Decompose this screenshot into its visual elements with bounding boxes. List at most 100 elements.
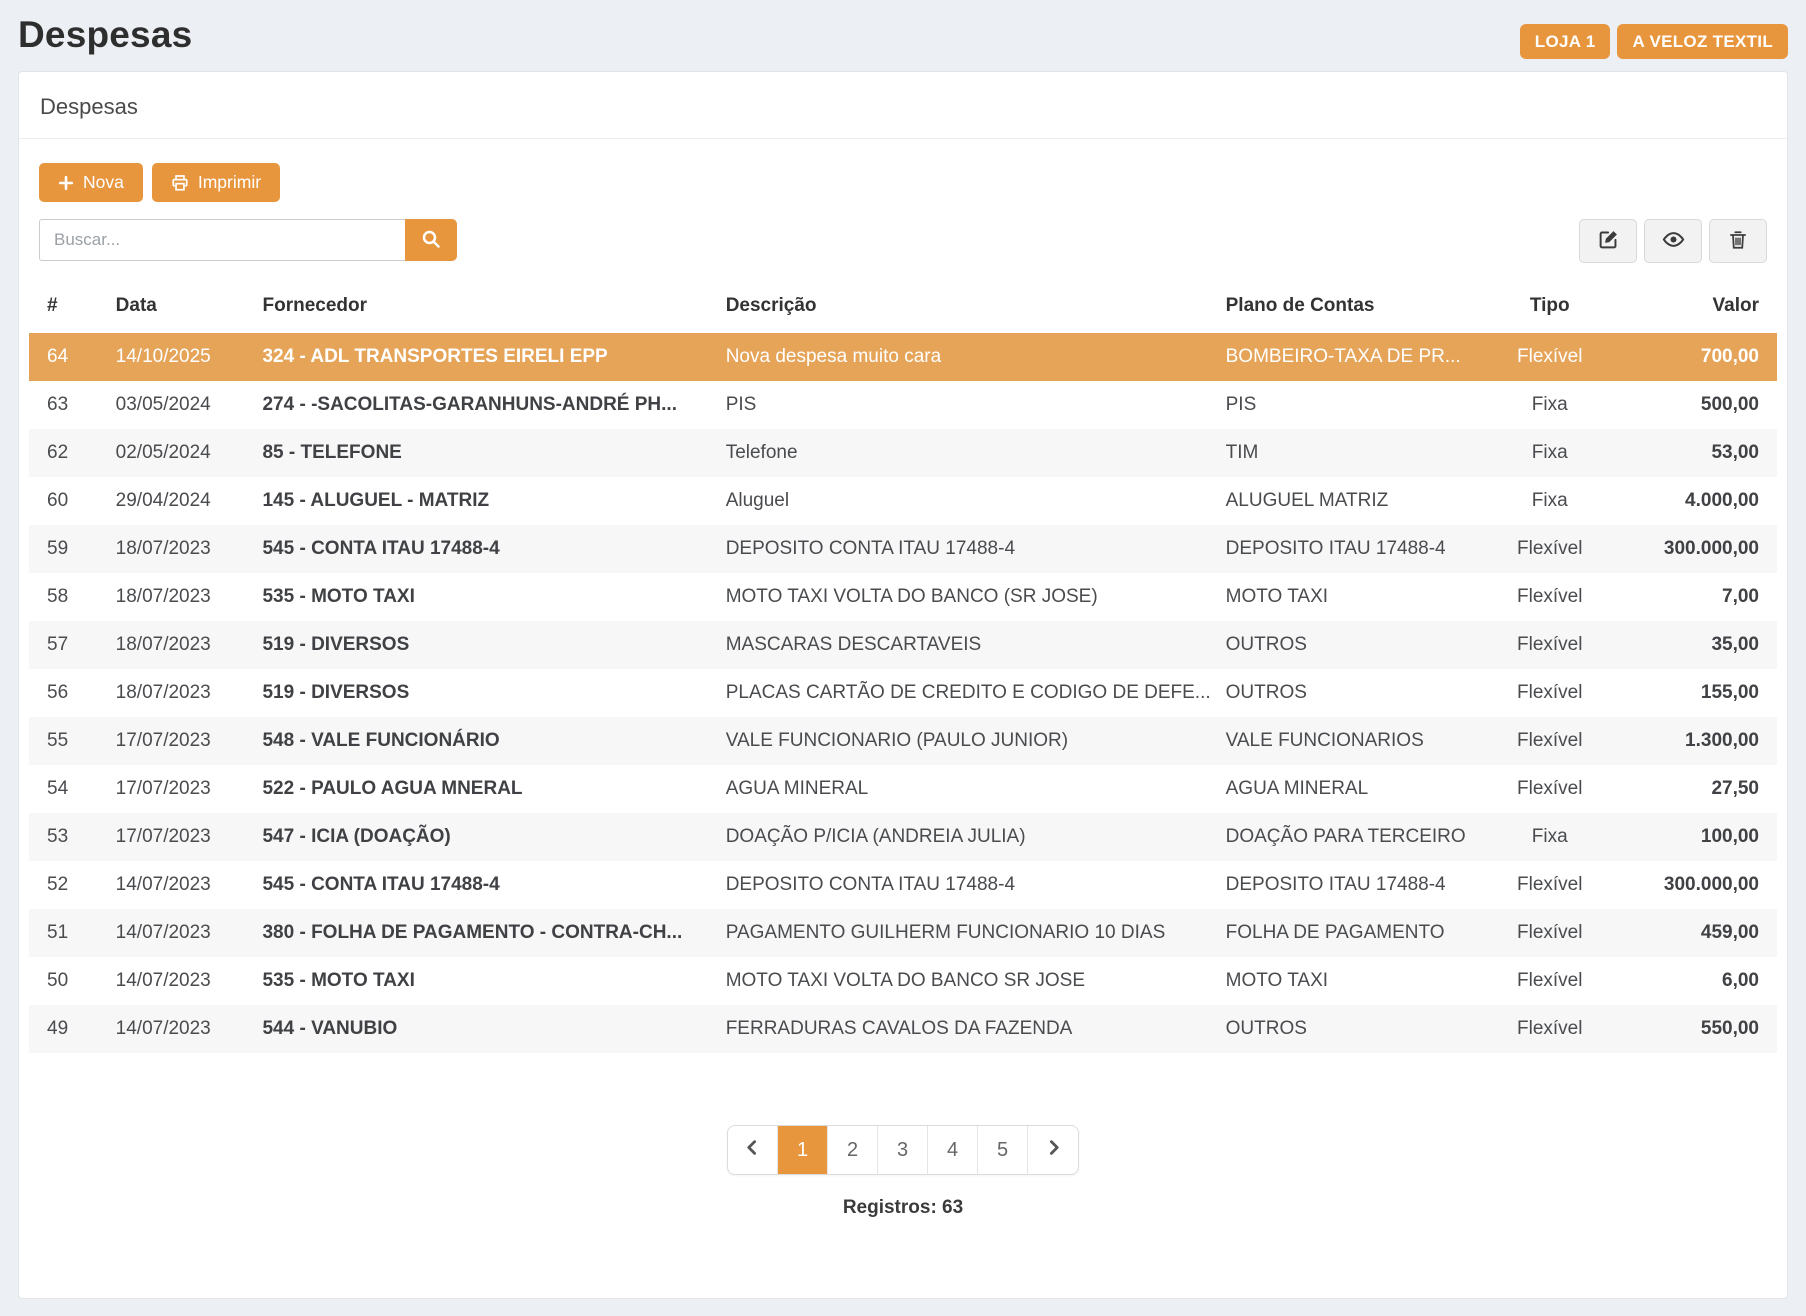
- cell-type: Flexível: [1471, 573, 1628, 621]
- table-row[interactable]: 50 14/07/2023 535 - MOTO TAXI MOTO TAXI …: [29, 957, 1777, 1005]
- table-row[interactable]: 49 14/07/2023 544 - VANUBIO FERRADURAS C…: [29, 1005, 1777, 1053]
- cell-type: Fixa: [1471, 429, 1628, 477]
- cell-type: Flexível: [1471, 1005, 1628, 1053]
- cell-supplier: 535 - MOTO TAXI: [254, 957, 717, 1005]
- cell-plan: DEPOSITO ITAU 17488-4: [1218, 525, 1471, 573]
- cell-description: Aluguel: [718, 477, 1218, 525]
- page-number-button[interactable]: 3: [878, 1126, 928, 1174]
- column-header-plan: Plano de Contas: [1218, 283, 1471, 333]
- cell-value: 155,00: [1628, 669, 1777, 717]
- cell-id: 59: [29, 525, 108, 573]
- cell-supplier: 145 - ALUGUEL - MATRIZ: [254, 477, 717, 525]
- search-input[interactable]: [39, 219, 405, 261]
- cell-date: 18/07/2023: [108, 573, 255, 621]
- table-row[interactable]: 55 17/07/2023 548 - VALE FUNCIONÁRIO VAL…: [29, 717, 1777, 765]
- cell-value: 35,00: [1628, 621, 1777, 669]
- cell-id: 55: [29, 717, 108, 765]
- cell-id: 64: [29, 333, 108, 381]
- page-number-button[interactable]: 4: [928, 1126, 978, 1174]
- column-header-type: Tipo: [1471, 283, 1628, 333]
- cell-value: 27,50: [1628, 765, 1777, 813]
- search-row: [39, 219, 1767, 263]
- cell-date: 17/07/2023: [108, 717, 255, 765]
- cell-value: 53,00: [1628, 429, 1777, 477]
- table-row[interactable]: 51 14/07/2023 380 - FOLHA DE PAGAMENTO -…: [29, 909, 1777, 957]
- print-button[interactable]: Imprimir: [152, 163, 280, 202]
- new-expense-button[interactable]: Nova: [39, 163, 143, 202]
- despesas-card: Despesas Nova: [18, 71, 1788, 1299]
- table-row[interactable]: 59 18/07/2023 545 - CONTA ITAU 17488-4 D…: [29, 525, 1777, 573]
- cell-type: Fixa: [1471, 813, 1628, 861]
- search-group: [39, 219, 457, 261]
- next-page-button[interactable]: [1028, 1126, 1078, 1174]
- cell-type: Flexível: [1471, 861, 1628, 909]
- card-header: Despesas: [19, 72, 1787, 139]
- cell-type: Flexível: [1471, 717, 1628, 765]
- cell-plan: MOTO TAXI: [1218, 573, 1471, 621]
- eye-icon: [1662, 228, 1685, 254]
- company-badge[interactable]: A VELOZ TEXTIL: [1617, 24, 1788, 59]
- print-label: Imprimir: [198, 173, 261, 192]
- table-row[interactable]: 54 17/07/2023 522 - PAULO AGUA MNERAL AG…: [29, 765, 1777, 813]
- cell-value: 7,00: [1628, 573, 1777, 621]
- cell-supplier: 522 - PAULO AGUA MNERAL: [254, 765, 717, 813]
- cell-type: Flexível: [1471, 909, 1628, 957]
- cell-date: 18/07/2023: [108, 621, 255, 669]
- printer-icon: [171, 174, 189, 192]
- cell-supplier: 85 - TELEFONE: [254, 429, 717, 477]
- pagination-wrap: 12345 Registros: 63: [39, 1125, 1767, 1219]
- cell-value: 300.000,00: [1628, 861, 1777, 909]
- trash-icon: [1728, 230, 1748, 253]
- cell-type: Fixa: [1471, 381, 1628, 429]
- column-header-value: Valor: [1628, 283, 1777, 333]
- cell-id: 63: [29, 381, 108, 429]
- cell-value: 100,00: [1628, 813, 1777, 861]
- table-row[interactable]: 62 02/05/2024 85 - TELEFONE Telefone TIM…: [29, 429, 1777, 477]
- cell-date: 14/07/2023: [108, 1005, 255, 1053]
- column-header-supplier: Fornecedor: [254, 283, 717, 333]
- search-button[interactable]: [405, 219, 457, 261]
- table-row[interactable]: 64 14/10/2025 324 - ADL TRANSPORTES EIRE…: [29, 333, 1777, 381]
- records-count: Registros: 63: [39, 1197, 1767, 1219]
- table-row[interactable]: 56 18/07/2023 519 - DIVERSOS PLACAS CART…: [29, 669, 1777, 717]
- cell-id: 50: [29, 957, 108, 1005]
- table-header-row: # Data Fornecedor Descrição Plano de Con…: [29, 283, 1777, 333]
- cell-date: 17/07/2023: [108, 813, 255, 861]
- table-row[interactable]: 60 29/04/2024 145 - ALUGUEL - MATRIZ Alu…: [29, 477, 1777, 525]
- cell-description: PIS: [718, 381, 1218, 429]
- cell-plan: PIS: [1218, 381, 1471, 429]
- cell-value: 700,00: [1628, 333, 1777, 381]
- cell-description: MOTO TAXI VOLTA DO BANCO (SR JOSE): [718, 573, 1218, 621]
- store-badge[interactable]: LOJA 1: [1520, 24, 1611, 59]
- column-header-id: #: [29, 283, 108, 333]
- prev-page-button[interactable]: [728, 1126, 778, 1174]
- cell-description: VALE FUNCIONARIO (PAULO JUNIOR): [718, 717, 1218, 765]
- table-row[interactable]: 53 17/07/2023 547 - ICIA (DOAÇÃO) DOAÇÃO…: [29, 813, 1777, 861]
- cell-description: PLACAS CARTÃO DE CREDITO E CODIGO DE DEF…: [718, 669, 1218, 717]
- edit-button[interactable]: [1579, 219, 1637, 263]
- cell-description: MOTO TAXI VOLTA DO BANCO SR JOSE: [718, 957, 1218, 1005]
- expenses-table: # Data Fornecedor Descrição Plano de Con…: [29, 283, 1777, 1053]
- view-button[interactable]: [1644, 219, 1702, 263]
- page-number-button[interactable]: 5: [978, 1126, 1028, 1174]
- table-row[interactable]: 57 18/07/2023 519 - DIVERSOS MASCARAS DE…: [29, 621, 1777, 669]
- row-actions: [1579, 219, 1767, 263]
- cell-date: 03/05/2024: [108, 381, 255, 429]
- page-number-button[interactable]: 1: [778, 1126, 828, 1174]
- column-header-date: Data: [108, 283, 255, 333]
- cell-supplier: 324 - ADL TRANSPORTES EIRELI EPP: [254, 333, 717, 381]
- cell-plan: DEPOSITO ITAU 17488-4: [1218, 861, 1471, 909]
- cell-plan: ALUGUEL MATRIZ: [1218, 477, 1471, 525]
- cell-id: 54: [29, 765, 108, 813]
- table-row[interactable]: 52 14/07/2023 545 - CONTA ITAU 17488-4 D…: [29, 861, 1777, 909]
- column-header-description: Descrição: [718, 283, 1218, 333]
- page-number-button[interactable]: 2: [828, 1126, 878, 1174]
- cell-type: Flexível: [1471, 765, 1628, 813]
- cell-description: DOAÇÃO P/ICIA (ANDREIA JULIA): [718, 813, 1218, 861]
- table-row[interactable]: 58 18/07/2023 535 - MOTO TAXI MOTO TAXI …: [29, 573, 1777, 621]
- table-row[interactable]: 63 03/05/2024 274 - -SACOLITAS-GARANHUNS…: [29, 381, 1777, 429]
- card-body: Nova Imprimir: [19, 139, 1787, 1219]
- delete-button[interactable]: [1709, 219, 1767, 263]
- pagination: 12345: [727, 1125, 1079, 1175]
- cell-value: 4.000,00: [1628, 477, 1777, 525]
